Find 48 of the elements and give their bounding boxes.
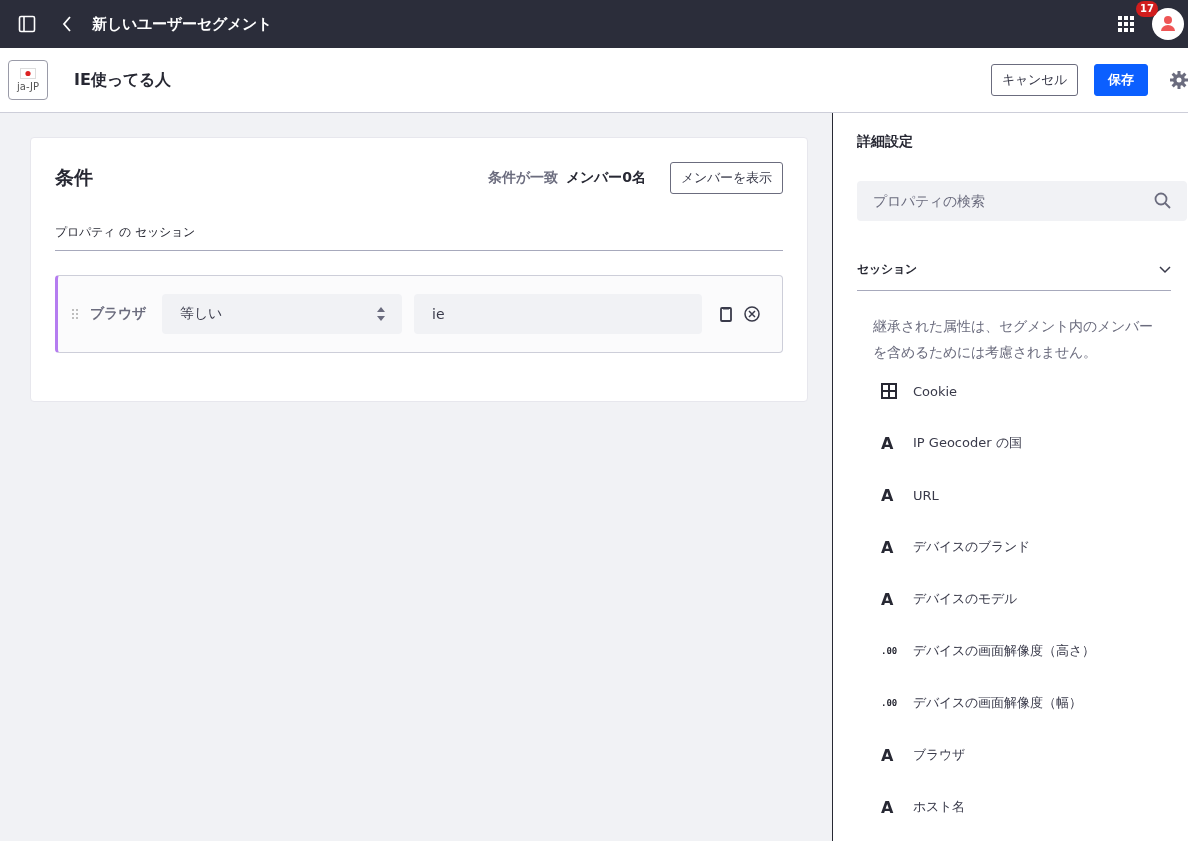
search-field[interactable]: プロパティの検索 xyxy=(857,181,1187,221)
property-item[interactable]: URL xyxy=(913,487,939,503)
operator-select[interactable]: 等しい xyxy=(162,294,402,334)
text-type-icon: A xyxy=(881,485,894,505)
search-icon[interactable] xyxy=(1154,192,1171,209)
value-input[interactable]: ie xyxy=(414,294,702,334)
number-type-icon: .00 xyxy=(881,646,898,656)
locale-selector[interactable]: ja-JP xyxy=(8,60,48,100)
back-icon[interactable] xyxy=(62,16,72,32)
inheritance-note: 継承された属性は、セグメント内のメンバーを含めるためには考慮されません。 xyxy=(873,317,1154,362)
text-type-icon: A xyxy=(881,589,894,609)
member-count: メンバー0名 xyxy=(566,169,646,187)
section-header[interactable]: セッション xyxy=(857,261,1171,291)
sort-caret-icon xyxy=(376,306,386,322)
property-item[interactable]: ホスト名 xyxy=(913,798,965,816)
text-type-icon: A xyxy=(881,745,894,765)
save-button[interactable]: 保存 xyxy=(1094,64,1148,96)
clipboard-icon[interactable] xyxy=(720,306,732,322)
grid-icon xyxy=(881,383,897,399)
group-label: プロパティ の セッション xyxy=(55,224,783,251)
panel-title: 詳細設定 xyxy=(857,133,914,151)
text-type-icon: A xyxy=(881,537,894,557)
conditions-title: 条件 xyxy=(55,165,93,190)
property-name: ブラウザ xyxy=(90,305,146,323)
cancel-button[interactable]: キャンセル xyxy=(991,64,1078,96)
sidebar-toggle-icon[interactable] xyxy=(18,15,36,33)
property-item[interactable]: デバイスのブランド xyxy=(913,538,1030,556)
match-label: 条件が一致 xyxy=(488,169,559,187)
text-type-icon: A xyxy=(881,797,894,817)
property-item[interactable]: デバイスの画面解像度（幅） xyxy=(913,694,1082,712)
segment-name-field[interactable]: IE使ってる人 xyxy=(74,69,171,91)
settings-icon[interactable] xyxy=(1170,71,1188,89)
apps-grid-icon[interactable] xyxy=(1118,16,1134,32)
remove-circle-icon[interactable] xyxy=(744,306,760,322)
notification-count: 17 xyxy=(1136,1,1158,17)
section-label: セッション xyxy=(857,261,917,278)
property-item[interactable]: ブラウザ xyxy=(913,746,965,764)
property-item[interactable]: デバイスの画面解像度（高さ） xyxy=(913,642,1095,660)
user-avatar-icon[interactable] xyxy=(1152,8,1184,40)
number-type-icon: .00 xyxy=(881,698,898,708)
property-item[interactable]: IP Geocoder の国 xyxy=(913,434,1022,452)
show-members-button[interactable]: メンバーを表示 xyxy=(670,162,783,194)
page-title: 新しいユーザーセグメント xyxy=(92,14,272,34)
property-item[interactable]: Cookie xyxy=(913,383,958,399)
japan-flag-icon xyxy=(20,68,36,79)
text-type-icon: A xyxy=(881,433,894,453)
property-item[interactable]: デバイスのモデル xyxy=(913,590,1017,608)
drag-handle-icon[interactable] xyxy=(72,309,78,319)
